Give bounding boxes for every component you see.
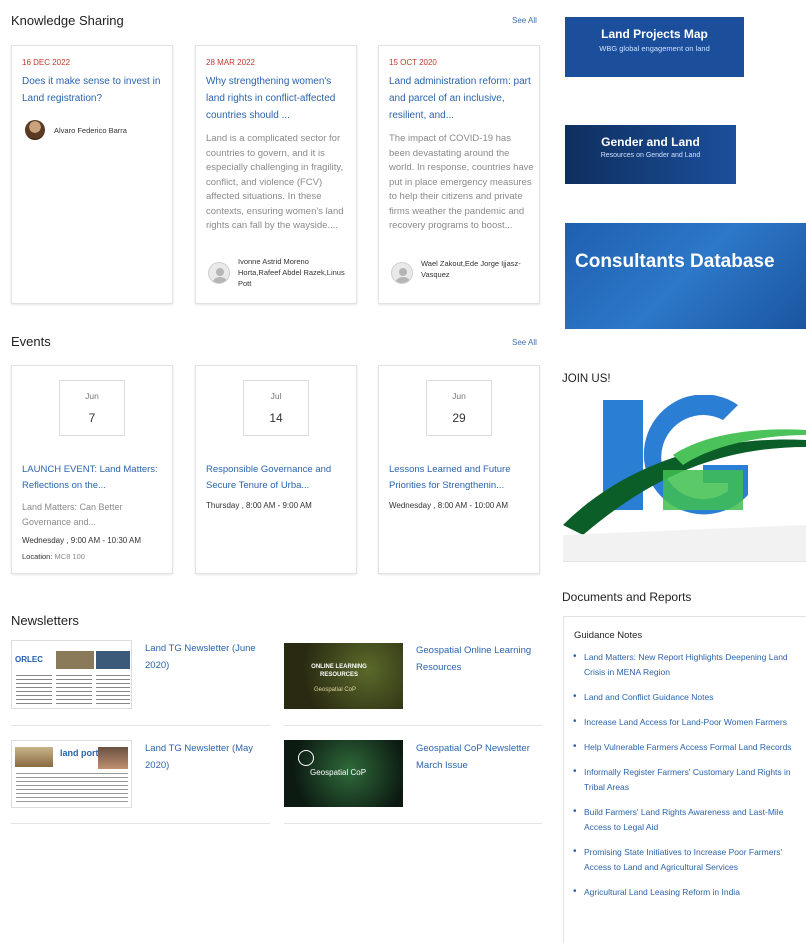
consultants-database-banner[interactable]: Consultants Database <box>565 223 806 329</box>
gender-and-land-banner[interactable]: Gender and Land Resources on Gender and … <box>565 125 736 184</box>
doc-link[interactable]: Land and Conflict Guidance Notes <box>572 689 800 705</box>
newsletter-thumbnail[interactable]: land portal <box>11 740 132 808</box>
article-excerpt: The impact of COVID-19 has been devastat… <box>389 133 534 231</box>
author-avatar-placeholder-icon <box>208 262 230 284</box>
doc-link[interactable]: Promising State Initiatives to Increase … <box>572 844 800 875</box>
newsletter-divider <box>284 823 542 824</box>
newsletter-divider <box>11 725 270 726</box>
event-date-box: Jul 14 <box>243 380 309 436</box>
event-card-3[interactable]: Jun 29 Lessons Learned and Future Priori… <box>378 365 540 574</box>
event-day: 29 <box>452 411 466 425</box>
banner-title: Land Projects Map <box>601 27 708 41</box>
event-time: Thursday , 8:00 AM - 9:00 AM <box>206 501 312 510</box>
event-day: 14 <box>269 411 283 425</box>
events-see-all-link[interactable]: See All <box>512 338 537 347</box>
knowledge-card-3[interactable]: 15 OCT 2020 Land administration reform: … <box>378 45 540 304</box>
newsletter-thumb-text: Geospatial CoP <box>310 768 367 777</box>
join-us-title: JOIN US! <box>562 373 611 385</box>
event-title-link[interactable]: Lessons Learned and Future Priorities fo… <box>389 462 534 494</box>
documents-reports-title: Documents and Reports <box>562 590 692 604</box>
article-date: 28 MAR 2022 <box>206 58 255 67</box>
author-avatar <box>25 120 45 140</box>
knowledge-see-all-link[interactable]: See All <box>512 16 537 25</box>
event-date-box: Jun 7 <box>59 380 125 436</box>
sidebar-divider <box>563 561 806 562</box>
doc-link[interactable]: Informally Register Farmers' Customary L… <box>572 764 800 795</box>
event-month: Jun <box>452 391 466 401</box>
newsletter-thumbnail[interactable]: ONLINE LEARNING RESOURCES Geospatial CoP <box>284 643 403 709</box>
doc-link[interactable]: Help Vulnerable Farmers Access Formal La… <box>572 739 800 755</box>
knowledge-sharing-title: Knowledge Sharing <box>11 13 124 28</box>
land-projects-map-banner[interactable]: Land Projects Map WBG global engagement … <box>565 17 744 77</box>
doc-link[interactable]: Land Matters: New Report Highlights Deep… <box>572 649 800 680</box>
doc-link[interactable]: Increase Land Access for Land-Poor Women… <box>572 714 800 730</box>
event-date-box: Jun 29 <box>426 380 492 436</box>
banner-subtitle: WBG global engagement on land <box>599 44 710 53</box>
event-day: 7 <box>88 411 96 425</box>
newsletter-thumb-text: ONLINE LEARNING RESOURCES <box>311 664 367 678</box>
newsletter-title-link[interactable]: Geospatial Online Learning Resources <box>416 642 541 676</box>
newsletter-thumbnail[interactable]: Geospatial CoP <box>284 740 403 807</box>
event-location-value: MC8 100 <box>54 552 85 561</box>
events-title: Events <box>11 334 51 349</box>
event-description: Land Matters: Can Better Governance and.… <box>22 502 123 527</box>
knowledge-card-1[interactable]: 16 DEC 2022 Does it make sense to invest… <box>11 45 173 304</box>
article-author: Ivonne Astrid Moreno Horta,Rafeef Abdel … <box>238 257 345 288</box>
newsletter-thumb-text: ORLEC <box>15 655 43 664</box>
event-time: Wednesday , 8:00 AM - 10:00 AM <box>389 501 509 510</box>
event-month: Jun <box>85 391 99 401</box>
article-author: Wael Zakout,Ede Jorge Ijjasz-Vasquez <box>421 259 521 279</box>
guidance-notes-title: Guidance Notes <box>574 630 643 641</box>
event-card-2[interactable]: Jul 14 Responsible Governance and Secure… <box>195 365 357 574</box>
author-avatar-placeholder-icon <box>391 262 413 284</box>
newsletter-divider <box>284 725 542 726</box>
banner-title: Consultants Database <box>575 251 775 272</box>
guidance-notes-list: Land Matters: New Report Highlights Deep… <box>572 649 800 910</box>
doc-link[interactable]: Agricultural Land Leasing Reform in Indi… <box>572 884 800 900</box>
event-location: Location: MC8 100 <box>22 552 85 561</box>
article-author: Alvaro Federico Barra <box>54 126 127 135</box>
banner-title: Gender and Land <box>601 135 700 149</box>
doc-link[interactable]: Build Farmers' Land Rights Awareness and… <box>572 804 800 835</box>
article-date: 16 DEC 2022 <box>22 58 71 67</box>
newsletter-title-link[interactable]: Land TG Newsletter (May 2020) <box>145 740 275 774</box>
land-group-logo[interactable] <box>563 395 806 561</box>
newsletters-title: Newsletters <box>11 613 79 628</box>
newsletter-thumbnail[interactable]: ORLEC <box>11 640 132 709</box>
article-date: 15 OCT 2020 <box>389 58 437 67</box>
newsletter-thumb-subtext: Geospatial CoP <box>314 687 357 693</box>
article-excerpt: Land is a complicated sector for countri… <box>206 133 344 231</box>
event-title-link[interactable]: LAUNCH EVENT: Land Matters: Reflections … <box>22 462 167 494</box>
newsletter-divider <box>11 823 270 824</box>
event-time: Wednesday , 9:00 AM - 10:30 AM <box>22 536 142 545</box>
event-month: Jul <box>270 391 282 401</box>
knowledge-card-2[interactable]: 28 MAR 2022 Why strengthening women's la… <box>195 45 357 304</box>
banner-subtitle: Resources on Gender and Land <box>600 152 701 159</box>
event-card-1[interactable]: Jun 7 LAUNCH EVENT: Land Matters: Reflec… <box>11 365 173 574</box>
article-title-link[interactable]: Why strengthening women's land rights in… <box>206 73 351 124</box>
event-location-label: Location: <box>22 552 53 561</box>
event-title-link[interactable]: Responsible Governance and Secure Tenure… <box>206 462 351 494</box>
article-title-link[interactable]: Does it make sense to invest in Land reg… <box>22 73 167 107</box>
newsletter-title-link[interactable]: Geospatial CoP Newsletter March Issue <box>416 740 541 774</box>
newsletter-title-link[interactable]: Land TG Newsletter (June 2020) <box>145 640 275 674</box>
article-title-link[interactable]: Land administration reform: part and par… <box>389 73 534 124</box>
